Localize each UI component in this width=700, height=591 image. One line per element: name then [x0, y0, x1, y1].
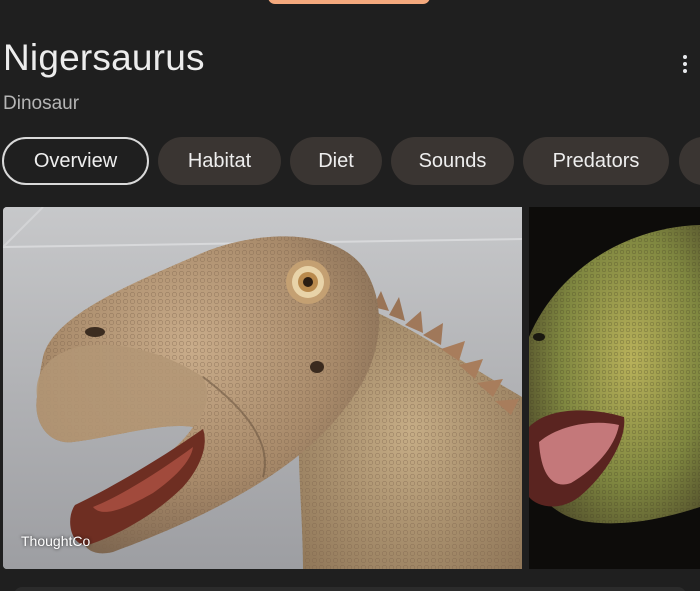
entity-subtitle: Dinosaur: [3, 93, 80, 114]
tab-habitat[interactable]: Habitat: [158, 137, 281, 185]
knowledge-panel: Nigersaurus Dinosaur Overview Habitat Di…: [0, 0, 700, 591]
tab-next[interactable]: [679, 137, 700, 185]
entity-title: Nigersaurus: [3, 37, 205, 78]
tab-diet[interactable]: Diet: [290, 137, 382, 185]
dinosaur-head-illustration-2: [529, 207, 700, 569]
tab-bar: Overview Habitat Diet Sounds Predators: [2, 137, 700, 187]
dinosaur-head-illustration: [3, 207, 522, 569]
tab-predators[interactable]: Predators: [523, 137, 669, 185]
dinosaur-image-second[interactable]: [529, 207, 700, 569]
more-options-icon[interactable]: [674, 50, 696, 78]
dinosaur-image-main[interactable]: ThoughtCo: [3, 207, 522, 569]
tab-sounds[interactable]: Sounds: [391, 137, 514, 185]
bottom-card-edge: [0, 579, 700, 591]
top-accent-pill[interactable]: [268, 0, 430, 4]
image-source-label: ThoughtCo: [21, 533, 91, 549]
image-gallery: ThoughtCo: [0, 207, 700, 569]
tab-overview[interactable]: Overview: [2, 137, 149, 185]
